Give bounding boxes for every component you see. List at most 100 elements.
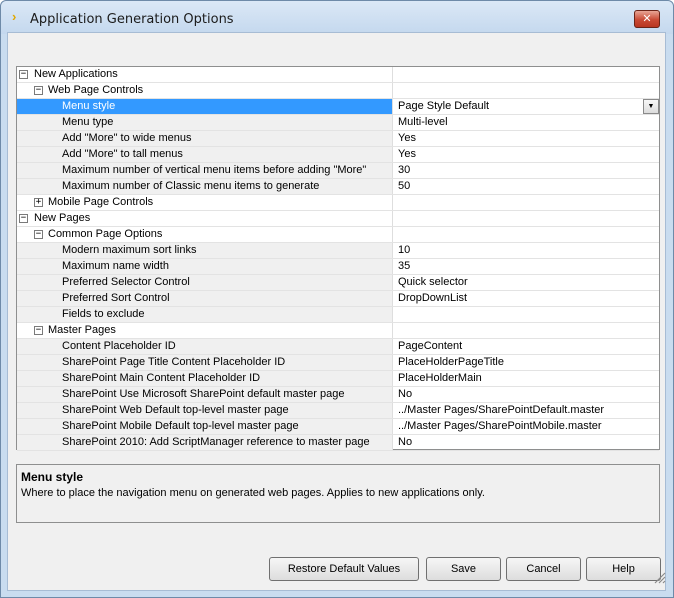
property-value-cell[interactable]: PageContent xyxy=(394,339,659,354)
property-name-cell[interactable]: Fields to exclude xyxy=(17,307,393,322)
property-row[interactable]: Fields to exclude xyxy=(17,307,659,323)
property-name-cell[interactable]: Preferred Selector Control xyxy=(17,275,393,290)
property-value: DropDownList xyxy=(398,292,468,304)
property-name-cell[interactable]: − Master Pages xyxy=(17,323,393,338)
property-name-cell[interactable]: Maximum name width xyxy=(17,259,393,274)
property-value-cell[interactable]: Yes xyxy=(394,131,659,146)
close-button[interactable]: ✕ xyxy=(634,10,660,28)
title-bar[interactable]: › Application Generation Options ✕ xyxy=(1,1,673,34)
category-row[interactable]: − New Pages xyxy=(17,211,659,227)
property-row[interactable]: Menu type Multi-level xyxy=(17,115,659,131)
property-row[interactable]: SharePoint Mobile Default top-level mast… xyxy=(17,419,659,435)
property-value-cell[interactable]: Page Style Default ▼ xyxy=(394,99,659,114)
property-row[interactable]: SharePoint Page Title Content Placeholde… xyxy=(17,355,659,371)
property-name-cell[interactable]: Maximum number of Classic menu items to … xyxy=(17,179,393,194)
property-row[interactable]: Preferred Selector Control Quick selector xyxy=(17,275,659,291)
property-label: Menu type xyxy=(62,116,114,128)
description-panel: Menu style Where to place the navigation… xyxy=(16,464,660,523)
property-value: No xyxy=(398,388,413,400)
property-row[interactable]: Add "More" to wide menus Yes xyxy=(17,131,659,147)
property-name-cell[interactable]: SharePoint Mobile Default top-level mast… xyxy=(17,419,393,434)
property-label: Mobile Page Controls xyxy=(48,196,154,208)
property-value-cell[interactable]: PlaceHolderMain xyxy=(394,371,659,386)
property-value: No xyxy=(398,436,413,448)
property-name-cell[interactable]: Add "More" to tall menus xyxy=(17,147,393,162)
property-row[interactable]: Content Placeholder ID PageContent xyxy=(17,339,659,355)
property-value-cell[interactable] xyxy=(394,67,659,82)
property-value-cell[interactable] xyxy=(394,211,659,226)
property-label: Add "More" to wide menus xyxy=(62,132,192,144)
dropdown-arrow-icon[interactable]: ▼ xyxy=(643,99,659,114)
property-value-cell[interactable] xyxy=(394,307,659,322)
property-row[interactable]: Modern maximum sort links 10 xyxy=(17,243,659,259)
property-value-cell[interactable]: 10 xyxy=(394,243,659,258)
property-value-cell[interactable] xyxy=(394,83,659,98)
resize-grip-icon[interactable] xyxy=(652,570,666,584)
property-name-cell[interactable]: Maximum number of vertical menu items be… xyxy=(17,163,393,178)
cancel-button[interactable]: Cancel xyxy=(506,557,581,581)
property-value-cell[interactable]: ../Master Pages/SharePointMobile.master xyxy=(394,419,659,434)
property-name-cell[interactable]: Modern maximum sort links xyxy=(17,243,393,258)
property-value: 30 xyxy=(398,164,411,176)
property-value-cell[interactable]: Yes xyxy=(394,147,659,162)
property-value-cell[interactable]: Quick selector xyxy=(394,275,659,290)
property-name-cell[interactable]: SharePoint Web Default top-level master … xyxy=(17,403,393,418)
restore-defaults-button[interactable]: Restore Default Values xyxy=(269,557,419,581)
property-label: SharePoint Use Microsoft SharePoint defa… xyxy=(62,388,345,400)
property-row[interactable]: Add "More" to tall menus Yes xyxy=(17,147,659,163)
property-value-cell[interactable] xyxy=(394,323,659,338)
property-value: 50 xyxy=(398,180,411,192)
property-name-cell[interactable]: Menu style xyxy=(17,99,393,114)
category-row[interactable]: − Common Page Options xyxy=(17,227,659,243)
category-row[interactable]: − Web Page Controls xyxy=(17,83,659,99)
property-value-cell[interactable]: No xyxy=(394,435,659,450)
description-text: Where to place the navigation menu on ge… xyxy=(21,487,485,499)
collapse-icon[interactable]: − xyxy=(34,86,43,95)
save-button[interactable]: Save xyxy=(426,557,501,581)
property-value-cell[interactable]: ../Master Pages/SharePointDefault.master xyxy=(394,403,659,418)
category-row[interactable]: − New Applications xyxy=(17,67,659,83)
property-name-cell[interactable]: Add "More" to wide menus xyxy=(17,131,393,146)
collapse-icon[interactable]: − xyxy=(19,214,28,223)
collapse-icon[interactable]: − xyxy=(34,230,43,239)
property-value-cell[interactable]: DropDownList xyxy=(394,291,659,306)
property-name-cell[interactable]: − New Applications xyxy=(17,67,393,82)
property-name-cell[interactable]: − Common Page Options xyxy=(17,227,393,242)
collapse-icon[interactable]: − xyxy=(19,70,28,79)
property-row[interactable]: Maximum number of vertical menu items be… xyxy=(17,163,659,179)
property-row[interactable]: Menu style Page Style Default ▼ xyxy=(17,99,659,115)
property-row[interactable]: SharePoint Use Microsoft SharePoint defa… xyxy=(17,387,659,403)
collapse-icon[interactable]: − xyxy=(34,326,43,335)
property-value-cell[interactable]: Multi-level xyxy=(394,115,659,130)
property-row[interactable]: Maximum name width 35 xyxy=(17,259,659,275)
expand-icon[interactable]: + xyxy=(34,198,43,207)
property-row[interactable]: Maximum number of Classic menu items to … xyxy=(17,179,659,195)
property-name-cell[interactable]: SharePoint Use Microsoft SharePoint defa… xyxy=(17,387,393,402)
property-label: Web Page Controls xyxy=(48,84,144,96)
property-row[interactable]: Preferred Sort Control DropDownList xyxy=(17,291,659,307)
property-name-cell[interactable]: − Web Page Controls xyxy=(17,83,393,98)
property-value-cell[interactable]: 50 xyxy=(394,179,659,194)
property-value-cell[interactable]: 30 xyxy=(394,163,659,178)
property-name-cell[interactable]: Preferred Sort Control xyxy=(17,291,393,306)
property-value-cell[interactable]: PlaceHolderPageTitle xyxy=(394,355,659,370)
property-row[interactable]: SharePoint 2010: Add ScriptManager refer… xyxy=(17,435,659,451)
property-row[interactable]: SharePoint Main Content Placeholder ID Pl… xyxy=(17,371,659,387)
property-value: 35 xyxy=(398,260,411,272)
property-name-cell[interactable]: SharePoint Page Title Content Placeholde… xyxy=(17,355,393,370)
property-value-cell[interactable] xyxy=(394,227,659,242)
property-name-cell[interactable]: SharePoint 2010: Add ScriptManager refer… xyxy=(17,435,393,450)
property-value-cell[interactable]: 35 xyxy=(394,259,659,274)
property-value: PageContent xyxy=(398,340,463,352)
help-button[interactable]: Help xyxy=(586,557,661,581)
property-name-cell[interactable]: Content Placeholder ID xyxy=(17,339,393,354)
property-name-cell[interactable]: − New Pages xyxy=(17,211,393,226)
property-name-cell[interactable]: Menu type xyxy=(17,115,393,130)
category-row[interactable]: − Master Pages xyxy=(17,323,659,339)
property-name-cell[interactable]: SharePoint Main Content Placeholder ID xyxy=(17,371,393,386)
property-name-cell[interactable]: + Mobile Page Controls xyxy=(17,195,393,210)
property-value-cell[interactable] xyxy=(394,195,659,210)
category-row[interactable]: + Mobile Page Controls xyxy=(17,195,659,211)
property-value-cell[interactable]: No xyxy=(394,387,659,402)
property-row[interactable]: SharePoint Web Default top-level master … xyxy=(17,403,659,419)
